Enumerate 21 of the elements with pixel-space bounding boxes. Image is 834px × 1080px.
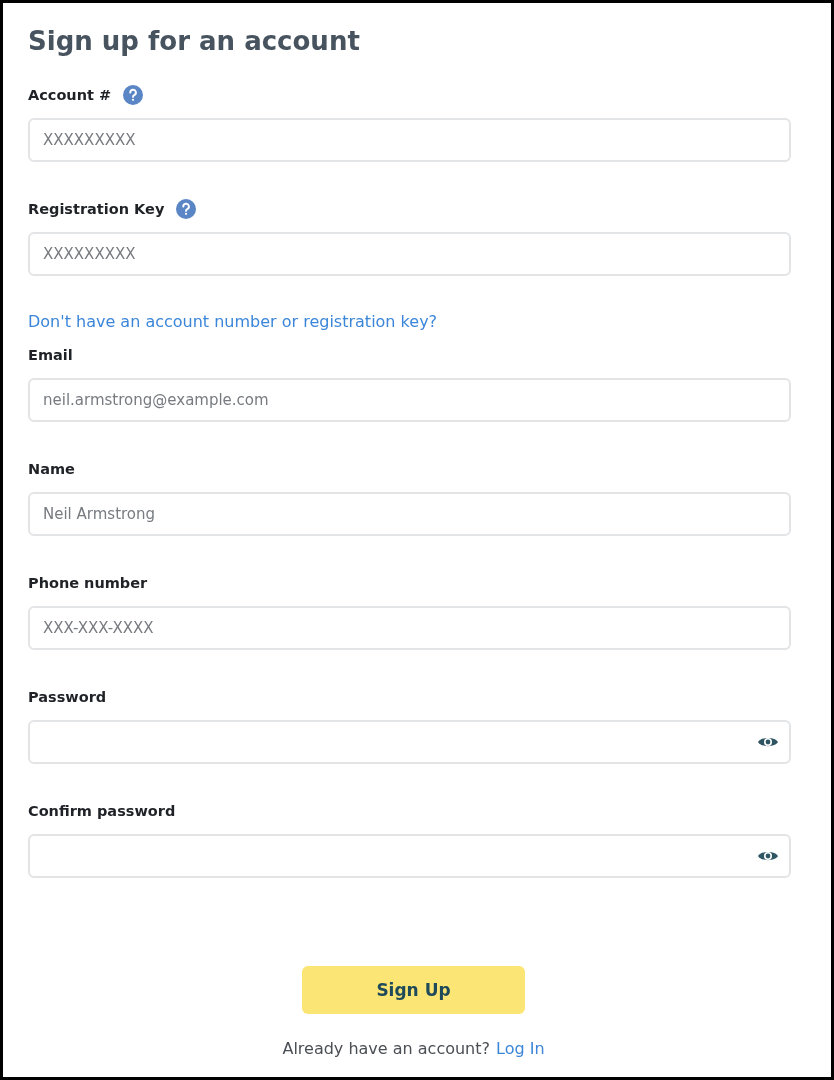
input-field[interactable] (28, 834, 791, 878)
help-icon[interactable] (176, 199, 197, 219)
input-field[interactable]: neil.armstrong@example.com (28, 378, 791, 422)
help-icon[interactable] (123, 85, 144, 105)
help-link[interactable]: Don't have an account number or registration key? (28, 312, 791, 331)
input-field[interactable] (28, 720, 791, 764)
field-label: Name (28, 461, 75, 477)
field-label: Account # (28, 87, 112, 103)
field-label: Email (28, 347, 73, 363)
footer-text: Already have an account? (282, 1039, 491, 1058)
input-field[interactable]: XXX-XXX-XXXX (28, 606, 791, 650)
field-label: Confirm password (28, 803, 176, 819)
log-in-link[interactable]: Log In (496, 1039, 545, 1058)
field-label: Phone number (28, 575, 148, 591)
page-title: Sign up for an account (28, 25, 361, 58)
input-field[interactable]: XXXXXXXXX (28, 118, 791, 162)
input-field[interactable]: Neil Armstrong (28, 492, 791, 536)
field-label: Password (28, 689, 107, 705)
field-label: Registration Key (28, 201, 165, 217)
sign-up-button[interactable]: Sign Up (302, 966, 525, 1014)
input-field[interactable]: XXXXXXXXX (28, 232, 791, 276)
